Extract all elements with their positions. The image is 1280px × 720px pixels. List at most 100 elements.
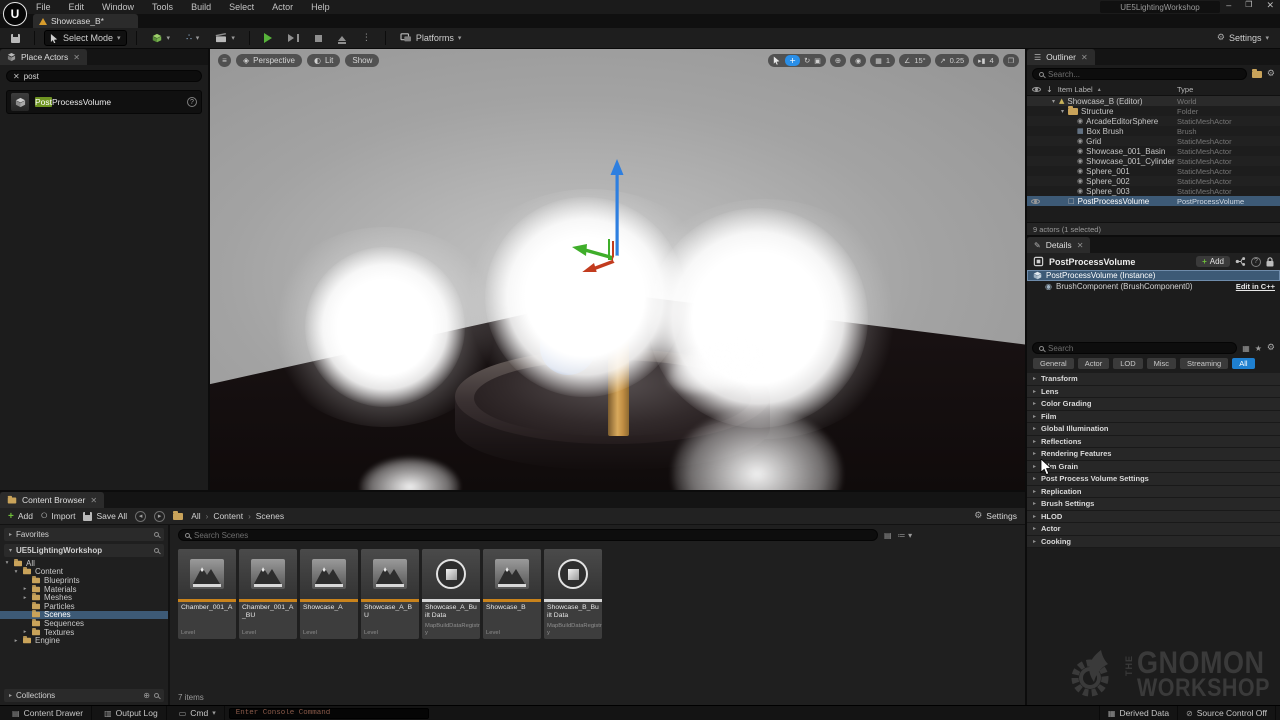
category-color-grading[interactable]: ▸Color Grading [1027,398,1280,411]
cb-save-all-button[interactable]: Save All [83,511,127,521]
output-log-button[interactable]: ▥Output Log [96,706,167,720]
tree-folder-materials[interactable]: ▸Materials [0,585,168,594]
tree-folder-sequences[interactable]: Sequences [0,619,168,628]
close-icon[interactable]: ✕ [1081,53,1088,62]
category-post-process-volume-settings[interactable]: ▸Post Process Volume Settings [1027,473,1280,486]
menu-actor[interactable]: Actor [270,1,295,13]
search-icon[interactable] [154,693,159,698]
save-level-button[interactable] [6,32,25,45]
category-replication[interactable]: ▸Replication [1027,486,1280,499]
breadcrumb-content[interactable]: Content [213,511,243,521]
asset-showcase-b[interactable]: Showcase_BLevel [483,549,541,639]
cb-import-button[interactable]: ⭘Import [41,511,76,521]
save-search-icon[interactable]: ▤ [884,531,892,540]
grid-snap-control[interactable]: ▦1 [870,54,895,67]
edit-in-cpp-link[interactable]: Edit in C++ [1236,282,1275,291]
asset-showcase-a[interactable]: Showcase_ALevel [300,549,358,639]
platforms-dropdown[interactable]: Platforms▾ [395,31,467,45]
menu-tools[interactable]: Tools [150,1,175,13]
add-component-button[interactable]: +Add [1196,256,1230,267]
outliner-row-sphere-002[interactable]: ◉Sphere_002StaticMeshActor [1027,176,1280,186]
favorites-star-icon[interactable]: ★ [1255,344,1262,353]
tree-folder-textures[interactable]: ▸Textures [0,628,168,637]
close-icon[interactable]: ✕ [90,496,97,505]
outliner-row-showcase-001-basin[interactable]: ◉Showcase_001_BasinStaticMeshActor [1027,146,1280,156]
type-column[interactable]: Type [1177,85,1193,94]
rotate-tool-button[interactable]: ↻ [804,56,810,65]
outliner-row-showcase-001-cylinder[interactable]: ◉Showcase_001_CylinderStaticMeshActor [1027,156,1280,166]
filter-icon[interactable]: ≔ ▾ [898,531,913,540]
help-circle-icon[interactable]: ? [187,97,197,107]
tree-folder-engine[interactable]: ▸Engine [0,636,168,645]
skip-button[interactable] [283,32,304,44]
move-tool-button[interactable]: + [785,55,800,66]
blueprints-button[interactable]: ∴▾ [181,31,204,45]
eject-button[interactable] [333,34,351,43]
unreal-logo-icon[interactable]: U [3,2,27,26]
derived-data-button[interactable]: ▦Derived Data [1099,706,1178,720]
perspective-dropdown[interactable]: ◈Perspective [236,54,302,67]
close-button[interactable]: ✕ [1266,0,1274,11]
category-reflections[interactable]: ▸Reflections [1027,436,1280,449]
place-actors-search[interactable]: ✕ [6,70,202,82]
asset-chamber-001-a[interactable]: Chamber_001_ALevel [178,549,236,639]
close-icon[interactable]: ✕ [73,53,80,62]
category-actor[interactable]: ▸Actor [1027,523,1280,536]
details-search[interactable] [1032,342,1237,354]
asset-search[interactable] [178,529,878,541]
world-local-toggle[interactable]: ⊕ [830,54,846,67]
asset-chamber-001-a-bu[interactable]: Chamber_001_A_BULevel [239,549,297,639]
tree-folder-content[interactable]: ▾Content [0,568,168,577]
pin-column-icon[interactable]: ↓ [1046,85,1053,94]
forward-button[interactable]: ▸ [154,511,165,522]
console-command-field[interactable] [229,708,429,719]
camera-speed-control[interactable]: ▸▮4 [973,54,999,67]
search-icon[interactable] [154,548,159,553]
outliner-tab[interactable]: ☰ Outliner ✕ [1027,49,1095,65]
outliner-row-postprocessvolume[interactable]: □PostProcessVolumePostProcessVolume [1027,196,1280,206]
select-tool-icon[interactable] [773,56,781,65]
asset-showcase-b-built-data[interactable]: Showcase_B_Built DataMapBuildDataRegistr… [544,549,602,639]
rotation-snap-control[interactable]: ∠15° [899,54,931,67]
minimize-button[interactable]: – [1226,0,1231,11]
tree-expand-icon[interactable]: ▾ [13,569,19,575]
place-actors-search-input[interactable] [24,72,195,81]
play-options-button[interactable]: ⋮ [357,31,376,45]
expander-icon[interactable]: ▾ [1052,98,1059,105]
source-control-button[interactable]: ⊘Source Control Off [1178,706,1276,720]
menu-file[interactable]: File [34,1,53,13]
add-collection-icon[interactable]: ⊕ [143,691,150,700]
place-actors-tab[interactable]: Place Actors ✕ [0,49,87,65]
breadcrumb-scenes[interactable]: Scenes [256,511,284,521]
back-button[interactable]: ◂ [135,511,146,522]
level-viewport[interactable]: ≡ ◈Perspective ◐Lit Show + ↻ ▣ ⊕ ◉ ▦1 ∠1… [210,49,1025,490]
category-brush-settings[interactable]: ▸Brush Settings [1027,498,1280,511]
favorites-header[interactable]: ▸Favorites [4,528,164,541]
tree-folder-scenes[interactable]: Scenes [0,611,168,620]
view-mode-dropdown[interactable]: ◐Lit [307,54,340,67]
tab-showcase-b[interactable]: Showcase_B* [33,14,138,28]
expander-icon[interactable]: ▾ [1061,108,1068,115]
outliner-row-sphere-003[interactable]: ◉Sphere_003StaticMeshActor [1027,186,1280,196]
menu-build[interactable]: Build [189,1,213,13]
tree-folder-blueprints[interactable]: Blueprints [0,576,168,585]
category-lens[interactable]: ▸Lens [1027,386,1280,399]
cmd-dropdown[interactable]: ▭Cmd▾ [171,706,225,720]
content-drawer-button[interactable]: ▤Content Drawer [4,706,92,720]
details-tab[interactable]: ✎ Details ✕ [1027,237,1090,253]
tree-folder-particles[interactable]: Particles [0,602,168,611]
cinematics-button[interactable]: ▾ [210,31,240,45]
play-button[interactable] [259,31,277,45]
tree-expand-icon[interactable]: ▸ [22,595,28,601]
filter-chip-misc[interactable]: Misc [1147,358,1176,369]
menu-select[interactable]: Select [227,1,256,13]
filter-chip-all[interactable]: All [1232,358,1254,369]
search-icon[interactable] [154,532,159,537]
menu-help[interactable]: Help [309,1,332,13]
visibility-eye-icon[interactable] [1031,197,1043,206]
lock-icon[interactable] [1266,257,1274,267]
editor-settings-dropdown[interactable]: ⚙ Settings▾ [1212,31,1274,45]
collections-header[interactable]: ▸Collections ⊕ [4,689,164,702]
filter-chip-lod[interactable]: LOD [1113,358,1142,369]
outliner-search[interactable] [1032,68,1247,80]
